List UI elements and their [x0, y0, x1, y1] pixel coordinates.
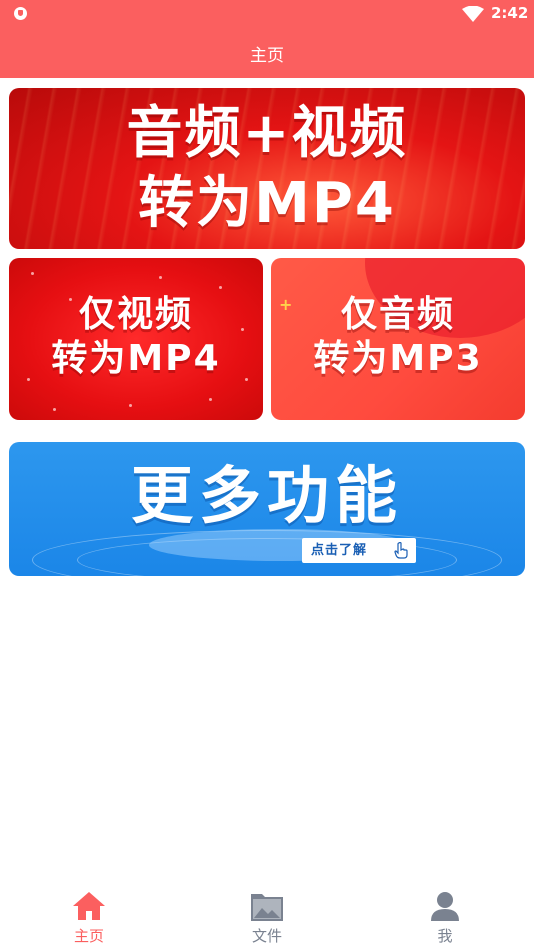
user-icon [431, 892, 459, 921]
app-header: 2:42 主页 [0, 0, 534, 78]
banner-line-2: 转为MP3 [313, 338, 483, 379]
audio-to-mp3-banner[interactable]: + 仅音频 转为MP3 [271, 258, 525, 420]
nav-item-files[interactable]: 文件 [207, 890, 327, 946]
nav-item-home[interactable]: 主页 [29, 890, 149, 946]
status-bar: 2:42 [0, 0, 534, 30]
wifi-icon [462, 6, 484, 22]
nav-label-me: 我 [437, 927, 453, 945]
page-title: 主页 [250, 46, 284, 66]
image-folder-icon [251, 894, 283, 921]
nav-label-files: 文件 [251, 927, 282, 945]
nav-item-me[interactable]: 我 [385, 890, 505, 946]
banner-line-1: 音频+视频 [126, 101, 408, 166]
bottom-navigation: 主页 文件 我 [0, 882, 534, 949]
learn-more-label: 点击了解 [311, 543, 368, 558]
video-to-mp4-banner[interactable]: 仅视频 转为MP4 [9, 258, 263, 420]
pointer-hand-icon [394, 542, 408, 559]
home-icon [73, 892, 105, 920]
learn-more-button[interactable]: 点击了解 [302, 538, 416, 563]
status-time: 2:42 [491, 4, 529, 22]
banner-line-1: 仅音频 [340, 294, 455, 335]
banner-line-2: 转为MP4 [51, 338, 221, 379]
audio-video-to-mp4-banner[interactable]: 音频+视频 转为MP4 [9, 88, 525, 249]
shield-icon [14, 7, 27, 20]
more-features-banner[interactable]: 更多功能 点击了解 [9, 442, 525, 576]
nav-label-home: 主页 [73, 927, 104, 945]
banner-line-1: 仅视频 [78, 294, 193, 335]
more-features-title: 更多功能 [130, 459, 403, 532]
banner-line-2: 转为MP4 [138, 171, 396, 236]
